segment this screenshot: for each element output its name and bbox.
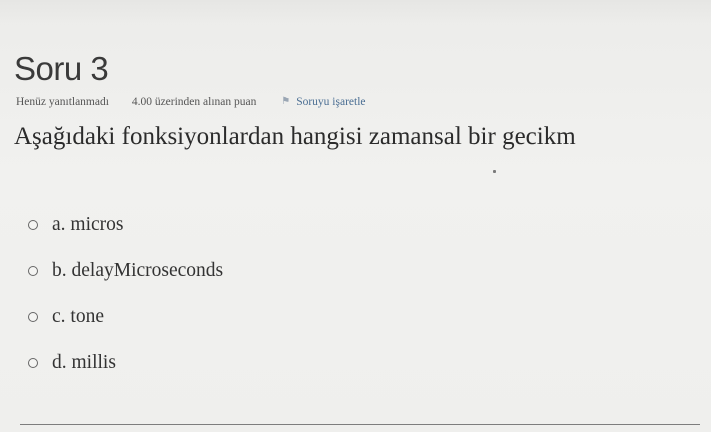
radio-button-d[interactable]: [28, 358, 38, 368]
radio-button-a[interactable]: [28, 220, 38, 230]
answer-option-d[interactable]: d. millis: [28, 340, 223, 386]
flag-icon: ⚑: [281, 96, 291, 107]
bottom-divider: [20, 424, 700, 425]
answer-label-c: c. tone: [52, 306, 104, 327]
answer-label-b: b. delayMicroseconds: [52, 260, 224, 281]
answer-list: a. micros b. delayMicroseconds c. tone d…: [28, 202, 223, 386]
question-title: Soru 3: [14, 50, 109, 87]
question-text: Aşağıdaki fonksiyonlardan hangisi zamans…: [14, 123, 576, 150]
question-container: Soru 3 Henüz yanıtlanmadı 4.00 üzerinden…: [0, 0, 711, 432]
question-state: Henüz yanıtlanmadı: [16, 96, 109, 108]
stray-mark: [493, 170, 496, 173]
answer-label-d: d. millis: [52, 352, 116, 373]
flag-question-link[interactable]: ⚑ Soruyu işaretle: [281, 96, 365, 108]
answer-option-c[interactable]: c. tone: [28, 294, 223, 340]
question-info: Henüz yanıtlanmadı 4.00 üzerinden alınan…: [16, 96, 366, 108]
flag-question-label: Soruyu işaretle: [296, 96, 366, 108]
answer-option-b[interactable]: b. delayMicroseconds: [28, 248, 223, 294]
radio-button-c[interactable]: [28, 312, 38, 322]
answer-option-a[interactable]: a. micros: [28, 202, 223, 248]
answer-label-a: a. micros: [52, 214, 124, 235]
question-grade: 4.00 üzerinden alınan puan: [131, 96, 257, 108]
radio-button-b[interactable]: [28, 266, 38, 276]
